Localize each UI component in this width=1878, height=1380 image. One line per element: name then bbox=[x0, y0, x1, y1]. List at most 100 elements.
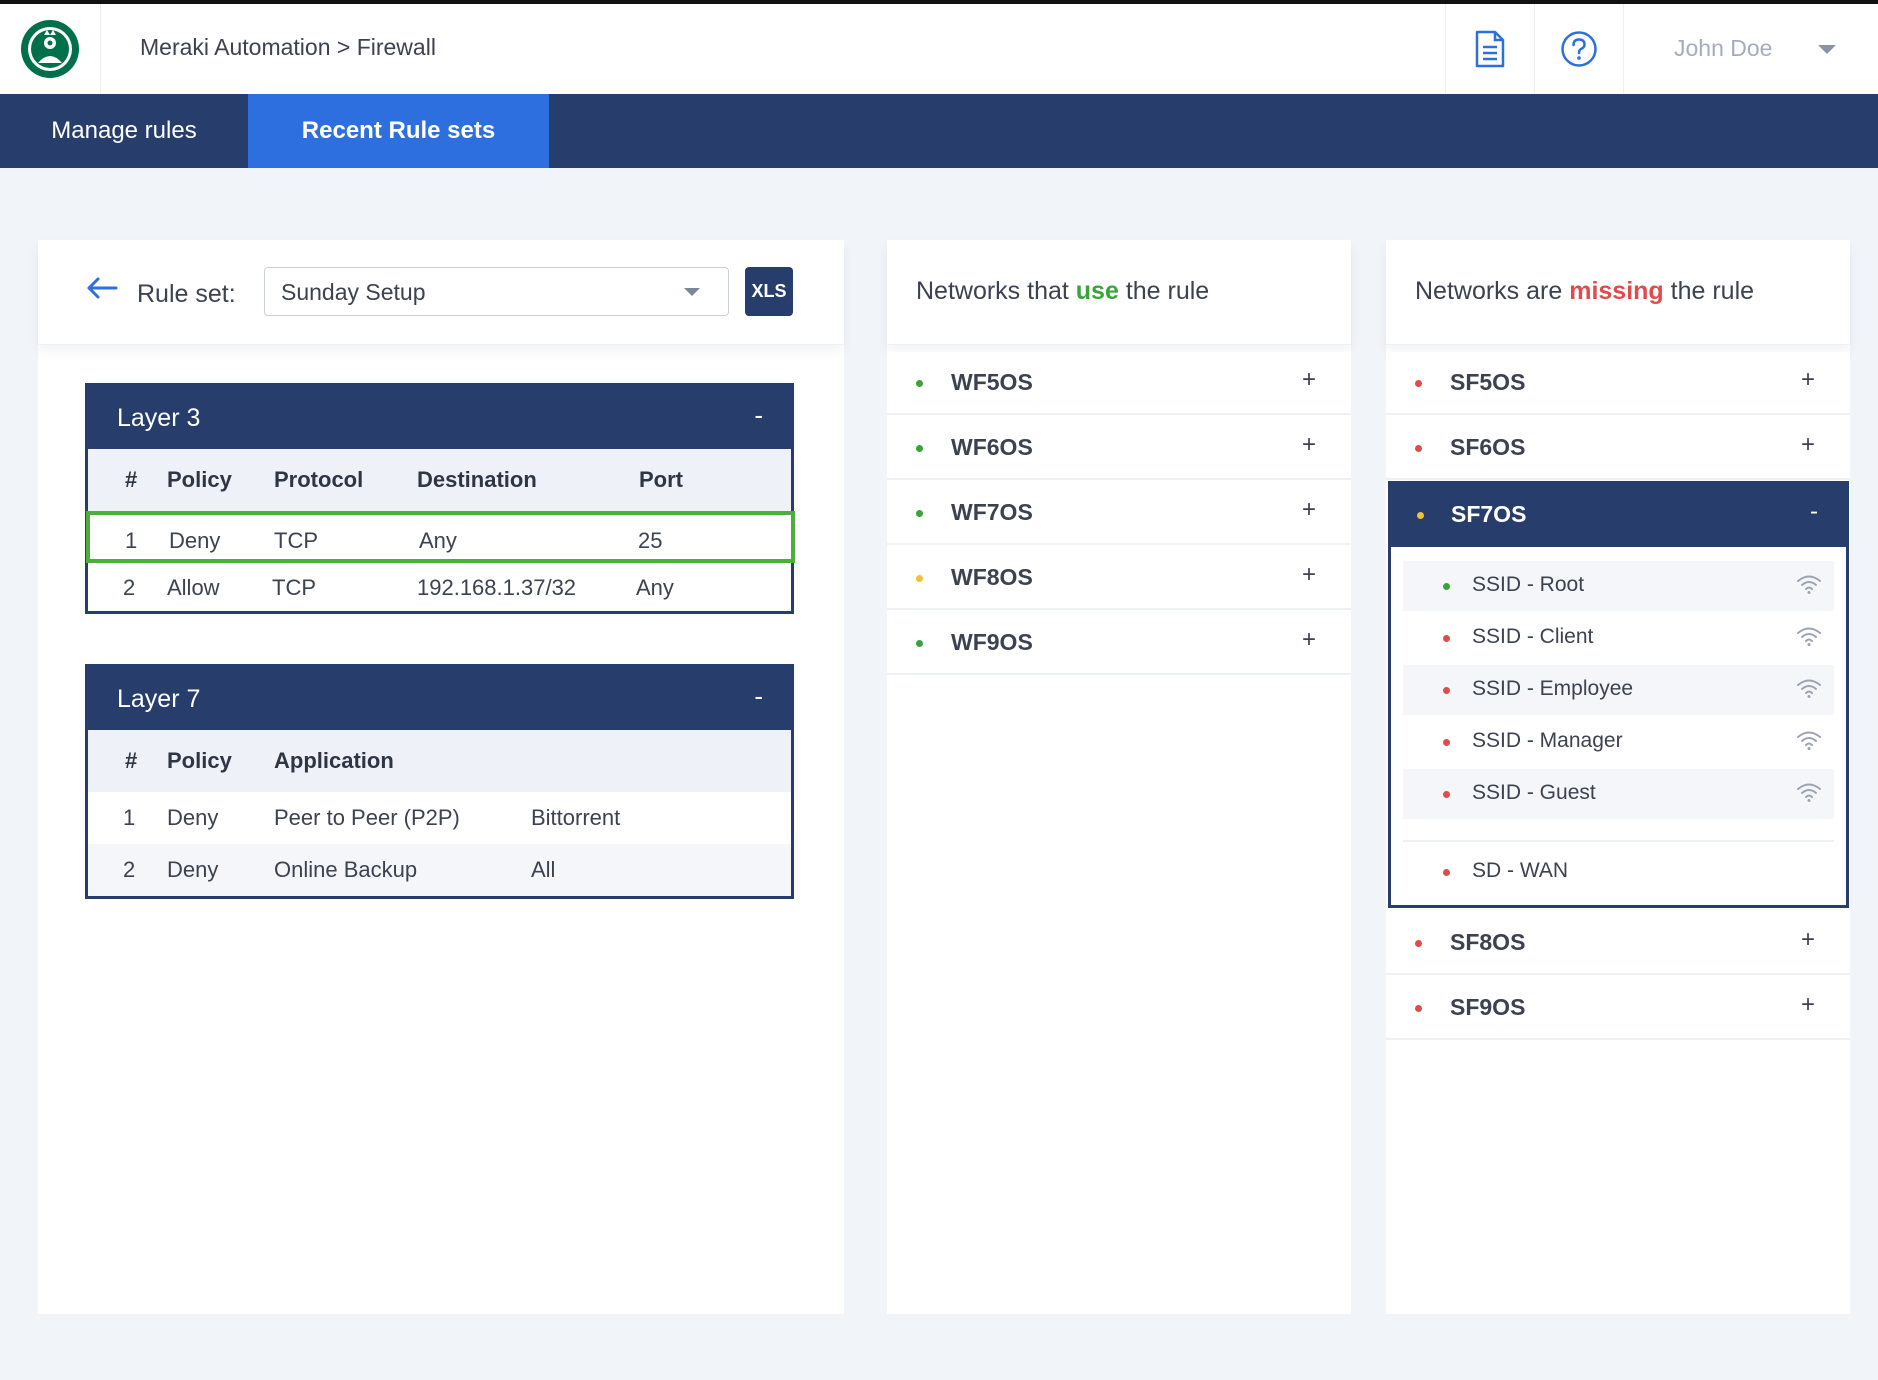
network-expanded-sf7os: SF7OS - SSID - Root SSID - Client SSID -… bbox=[1388, 481, 1849, 908]
expand-button[interactable]: + bbox=[1801, 926, 1815, 954]
table-row[interactable]: 2 Deny Online Backup All bbox=[88, 844, 791, 896]
status-dot bbox=[1415, 1005, 1422, 1012]
expand-button[interactable]: + bbox=[1801, 431, 1815, 459]
rule-set-value: Sunday Setup bbox=[281, 279, 426, 305]
table-row[interactable]: 1 Deny TCP Any 25 bbox=[86, 511, 795, 563]
collapse-button[interactable]: - bbox=[1810, 498, 1818, 526]
rule-set-select[interactable]: Sunday Setup bbox=[264, 267, 729, 316]
cell-application: Peer to Peer (P2P) bbox=[274, 805, 460, 830]
status-dot bbox=[1415, 380, 1422, 387]
status-dot bbox=[1415, 445, 1422, 452]
layer3-title: Layer 3 bbox=[117, 404, 201, 432]
app-header: Meraki Automation > Firewall John Doe bbox=[0, 4, 1878, 94]
tab-recent-rule-sets[interactable]: Recent Rule sets bbox=[248, 94, 549, 168]
status-dot bbox=[916, 380, 923, 387]
back-arrow-icon[interactable] bbox=[86, 276, 118, 300]
expand-button[interactable]: + bbox=[1302, 366, 1316, 394]
network-name: WF8OS bbox=[951, 564, 1033, 590]
expand-button[interactable]: + bbox=[1801, 366, 1815, 394]
expand-button[interactable]: + bbox=[1302, 496, 1316, 524]
ssid-name: SSID - Guest bbox=[1472, 781, 1596, 804]
starbucks-logo-icon bbox=[21, 20, 79, 78]
cell-destination: 192.168.1.37/32 bbox=[417, 575, 577, 600]
network-row[interactable]: SF5OS + bbox=[1386, 352, 1850, 415]
column-header-policy: Policy bbox=[167, 467, 232, 492]
ssid-row[interactable]: SSID - Manager bbox=[1403, 717, 1834, 767]
help-icon bbox=[1561, 31, 1597, 67]
ssid-name: SSID - Client bbox=[1472, 625, 1594, 648]
title-text: Networks are bbox=[1415, 277, 1570, 305]
layer7-collapse-button[interactable]: - bbox=[754, 681, 763, 712]
main-nav: Manage rules Recent Rule sets bbox=[0, 94, 1878, 168]
wifi-icon bbox=[1797, 627, 1821, 646]
column-header-destination: Destination bbox=[417, 467, 537, 492]
cell-protocol: TCP bbox=[272, 575, 316, 600]
status-dot bbox=[916, 445, 923, 452]
user-name: John Doe bbox=[1674, 35, 1773, 61]
expand-button[interactable]: + bbox=[1302, 561, 1316, 589]
network-row-expanded[interactable]: SF7OS - bbox=[1391, 484, 1846, 547]
status-dot bbox=[1417, 512, 1424, 519]
network-row[interactable]: WF8OS + bbox=[887, 547, 1351, 610]
chevron-down-icon bbox=[684, 288, 700, 296]
network-row[interactable]: SF8OS + bbox=[1386, 912, 1850, 975]
table-row[interactable]: 2 Allow TCP 192.168.1.37/32 Any bbox=[88, 562, 791, 614]
help-button[interactable] bbox=[1534, 4, 1623, 94]
title-text: the rule bbox=[1663, 277, 1755, 305]
title-highlight: missing bbox=[1569, 277, 1664, 305]
cell-number: 1 bbox=[123, 805, 136, 830]
wifi-icon bbox=[1797, 731, 1821, 750]
table-row[interactable]: 1 Deny Peer to Peer (P2P) Bittorrent bbox=[88, 792, 791, 844]
column-header-number: # bbox=[125, 467, 138, 492]
rule-set-panel: Rule set: Sunday Setup XLS Layer 3 - # P… bbox=[38, 240, 844, 1314]
networks-missing-title: Networks are missing the rule bbox=[1415, 277, 1754, 306]
networks-missing-panel: Networks are missing the rule SF5OS + SF… bbox=[1386, 240, 1850, 1314]
cell-application: Online Backup bbox=[274, 857, 418, 882]
cell-detail: All bbox=[531, 857, 556, 882]
ssid-row[interactable]: SSID - Guest bbox=[1403, 769, 1834, 819]
wifi-icon bbox=[1797, 575, 1821, 594]
layer7-table: Layer 7 - # Policy Application 1 Deny Pe… bbox=[85, 664, 794, 899]
network-row[interactable]: WF5OS + bbox=[887, 352, 1351, 415]
cell-number: 1 bbox=[125, 528, 138, 553]
layer3-column-headers: # Policy Protocol Destination Port bbox=[88, 449, 791, 511]
expand-button[interactable]: + bbox=[1801, 991, 1815, 1019]
networks-using-title: Networks that use the rule bbox=[916, 277, 1209, 306]
logo[interactable] bbox=[0, 4, 101, 94]
title-text: the rule bbox=[1118, 277, 1210, 305]
network-row[interactable]: WF7OS + bbox=[887, 482, 1351, 545]
expand-button[interactable]: + bbox=[1302, 626, 1316, 654]
user-menu[interactable]: John Doe bbox=[1623, 4, 1878, 94]
network-row[interactable]: WF6OS + bbox=[887, 417, 1351, 480]
status-dot bbox=[1415, 940, 1422, 947]
column-header-port: Port bbox=[639, 467, 683, 492]
document-button[interactable] bbox=[1445, 4, 1534, 94]
status-dot bbox=[1443, 635, 1450, 642]
rule-set-label: Rule set: bbox=[137, 280, 236, 308]
network-name: SF9OS bbox=[1450, 994, 1526, 1020]
ssid-row[interactable]: SSID - Root bbox=[1403, 561, 1834, 611]
ssid-row[interactable]: SSID - Client bbox=[1403, 613, 1834, 663]
expand-button[interactable]: + bbox=[1302, 431, 1316, 459]
tab-manage-rules[interactable]: Manage rules bbox=[0, 94, 248, 168]
network-name: SF6OS bbox=[1450, 434, 1526, 460]
network-row[interactable]: SF6OS + bbox=[1386, 417, 1850, 480]
network-row[interactable]: SF9OS + bbox=[1386, 977, 1850, 1040]
layer3-collapse-button[interactable]: - bbox=[754, 400, 763, 431]
cell-number: 2 bbox=[123, 857, 136, 882]
network-name: WF5OS bbox=[951, 369, 1033, 395]
network-name: WF6OS bbox=[951, 434, 1033, 460]
column-header-application: Application bbox=[274, 748, 394, 773]
network-name: SF7OS bbox=[1451, 501, 1527, 527]
wifi-icon bbox=[1797, 783, 1821, 802]
wan-row[interactable]: SD - WAN bbox=[1403, 847, 1834, 897]
column-header-protocol: Protocol bbox=[274, 467, 364, 492]
network-name: WF9OS bbox=[951, 629, 1033, 655]
status-dot bbox=[916, 575, 923, 582]
network-row[interactable]: WF9OS + bbox=[887, 612, 1351, 675]
networks-missing-header: Networks are missing the rule bbox=[1386, 240, 1850, 345]
ssid-row[interactable]: SSID - Employee bbox=[1403, 665, 1834, 715]
networks-using-panel: Networks that use the rule WF5OS + WF6OS… bbox=[887, 240, 1351, 1314]
layer7-column-headers: # Policy Application bbox=[88, 730, 791, 792]
export-xls-button[interactable]: XLS bbox=[745, 267, 793, 316]
